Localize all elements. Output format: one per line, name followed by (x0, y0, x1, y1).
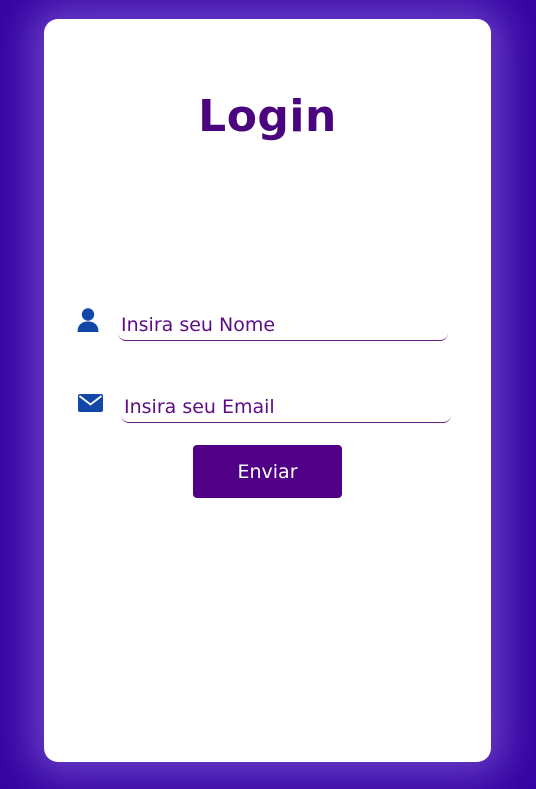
name-field[interactable]: Insira seu Nome (118, 309, 448, 341)
email-field[interactable]: Insira seu Email (121, 391, 451, 423)
page-title: Login (198, 91, 337, 142)
envelope-icon (78, 394, 103, 412)
submit-button[interactable]: Enviar (193, 445, 342, 498)
email-field-placeholder: Insira seu Email (124, 395, 275, 418)
user-icon (77, 308, 99, 332)
login-card: Login Insira seu Nome Insira seu Email E… (44, 19, 491, 762)
name-field-placeholder: Insira seu Nome (121, 313, 276, 336)
